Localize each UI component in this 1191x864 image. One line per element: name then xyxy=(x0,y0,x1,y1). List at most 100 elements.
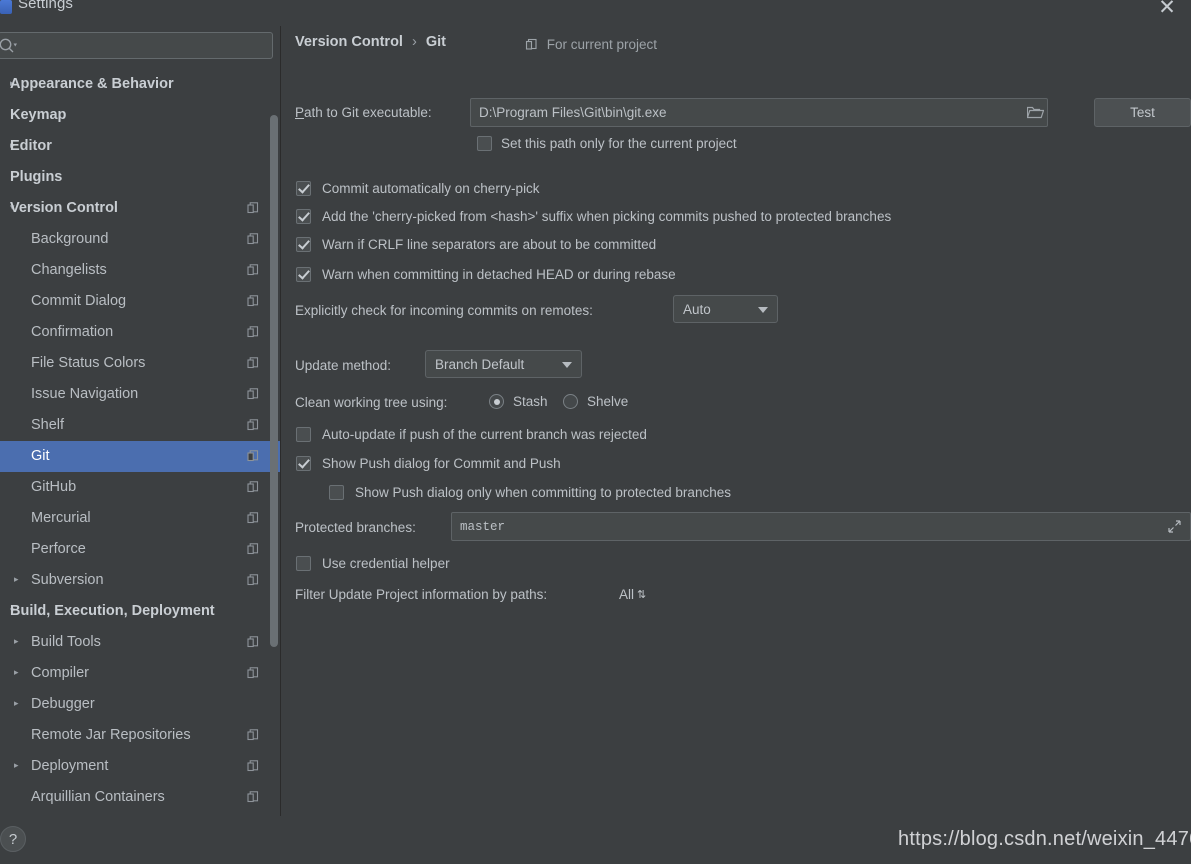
git-option-label-0: Commit automatically on cherry-pick xyxy=(322,181,540,196)
radio-stash-label: Stash xyxy=(513,394,548,409)
project-scope-icon xyxy=(247,543,259,555)
project-scope-icon xyxy=(247,481,259,493)
sidebar-item-git[interactable]: Git xyxy=(0,441,280,472)
sidebar-item-mercurial[interactable]: Mercurial xyxy=(0,503,280,534)
sidebar-item-label: Changelists xyxy=(31,262,107,278)
sidebar-item-label: Plugins xyxy=(10,169,63,185)
sidebar-scrollbar[interactable] xyxy=(270,69,279,816)
sidebar-item-issue-navigation[interactable]: Issue Navigation xyxy=(0,379,280,410)
sidebar-item-label: Mercurial xyxy=(31,510,91,526)
set-path-only-label: Set this path only for the current proje… xyxy=(501,136,737,151)
sidebar-item-confirmation[interactable]: Confirmation xyxy=(0,317,280,348)
git-option-checkbox-1[interactable] xyxy=(296,209,311,224)
sidebar-item-changelists[interactable]: Changelists xyxy=(0,255,280,286)
help-button[interactable]: ? xyxy=(0,826,26,852)
project-scope-icon xyxy=(247,264,259,276)
test-button[interactable]: Test xyxy=(1094,98,1191,127)
show-push-protected-checkbox[interactable] xyxy=(329,485,344,500)
chevron-right-icon[interactable]: ▸ xyxy=(14,751,26,782)
project-scope-icon xyxy=(247,326,259,338)
project-scope-icon xyxy=(247,295,259,307)
sidebar-item-arquillian-containers[interactable]: Arquillian Containers xyxy=(0,782,280,813)
sidebar-item-shelf[interactable]: Shelf xyxy=(0,410,280,441)
sidebar-item-file-status-colors[interactable]: File Status Colors xyxy=(0,348,280,379)
sidebar-item-editor[interactable]: ▸ Editor xyxy=(0,131,280,162)
incoming-commits-value: Auto xyxy=(683,302,711,317)
settings-sidebar: ▸ Appearance & Behavior Keymap ▸ Editor Plugi… xyxy=(0,26,281,816)
for-current-project-text: For current project xyxy=(546,37,658,52)
show-push-dialog-label: Show Push dialog for Commit and Push xyxy=(322,456,561,471)
project-scope-icon xyxy=(525,38,537,50)
sidebar-item-label: Issue Navigation xyxy=(31,386,139,402)
radio-shelve[interactable] xyxy=(563,394,578,409)
project-scope-icon xyxy=(247,636,259,648)
sidebar-item-perforce[interactable]: Perforce xyxy=(0,534,280,565)
sidebar-item-label: Perforce xyxy=(31,541,86,557)
project-scope-icon xyxy=(247,729,259,741)
sidebar-item-debugger[interactable]: ▸ Debugger xyxy=(0,689,280,720)
chevron-right-icon[interactable]: ▸ xyxy=(14,627,26,658)
sidebar-item-commit-dialog[interactable]: Commit Dialog xyxy=(0,286,280,317)
close-icon[interactable]: ✕ xyxy=(1152,0,1182,22)
project-scope-icon xyxy=(247,202,259,214)
settings-search[interactable] xyxy=(0,32,273,59)
sidebar-item-compiler[interactable]: ▸ Compiler xyxy=(0,658,280,689)
chevron-down-icon xyxy=(562,362,572,368)
title-bar: Settings ✕ xyxy=(0,0,1191,26)
dialog-footer: ? OK Cancel Apply xyxy=(0,816,1191,864)
chevron-right-icon[interactable]: ▸ xyxy=(14,689,26,720)
breadcrumb-root[interactable]: Version Control xyxy=(295,34,403,50)
sidebar-item-label: Appearance & Behavior xyxy=(10,76,174,92)
show-push-dialog-checkbox[interactable] xyxy=(296,456,311,471)
sidebar-scrollbar-thumb[interactable] xyxy=(270,115,278,647)
sidebar-item-remote-jar-repositories[interactable]: Remote Jar Repositories xyxy=(0,720,280,751)
auto-update-checkbox[interactable] xyxy=(296,427,311,442)
git-option-checkbox-3[interactable] xyxy=(296,267,311,282)
expand-icon[interactable] xyxy=(1168,520,1181,533)
sidebar-item-github[interactable]: GitHub xyxy=(0,472,280,503)
project-scope-icon xyxy=(247,357,259,369)
git-option-checkbox-2[interactable] xyxy=(296,237,311,252)
sidebar-item-deployment[interactable]: ▸ Deployment xyxy=(0,751,280,782)
sidebar-item-appearance-behavior[interactable]: ▸ Appearance & Behavior xyxy=(0,69,280,100)
show-push-protected-label: Show Push dialog only when committing to… xyxy=(355,485,731,500)
sidebar-item-label: Confirmation xyxy=(31,324,114,340)
use-credential-helper-checkbox[interactable] xyxy=(296,556,311,571)
git-settings-panel: Version Control › Git For current projec… xyxy=(282,26,1191,816)
sidebar-item-keymap[interactable]: Keymap xyxy=(0,100,280,131)
sidebar-item-label: Build, Execution, Deployment xyxy=(10,603,215,619)
chevron-down-icon xyxy=(758,307,768,313)
search-input[interactable] xyxy=(21,33,269,58)
git-option-checkbox-0[interactable] xyxy=(296,181,311,196)
breadcrumb-leaf: Git xyxy=(425,34,447,50)
sidebar-item-label: Commit Dialog xyxy=(31,293,127,309)
sidebar-item-plugins[interactable]: Plugins xyxy=(0,162,280,193)
sidebar-item-version-control[interactable]: ▾ Version Control xyxy=(0,193,280,224)
sidebar-item-label: Editor xyxy=(10,138,52,154)
update-method-combo[interactable]: Branch Default xyxy=(425,350,582,378)
filter-update-project-stepper[interactable]: All ⇅ xyxy=(619,587,646,602)
sidebar-item-subversion[interactable]: ▸ Subversion xyxy=(0,565,280,596)
browse-folder-icon[interactable] xyxy=(1027,105,1044,119)
incoming-commits-combo[interactable]: Auto xyxy=(673,295,778,323)
radio-stash[interactable] xyxy=(489,394,504,409)
project-scope-icon xyxy=(247,512,259,524)
chevron-right-icon[interactable]: ▸ xyxy=(14,565,26,596)
path-to-git-input[interactable] xyxy=(470,98,1048,127)
path-to-git-label: Path to Git executable: xyxy=(295,105,432,120)
sidebar-item-label: Debugger xyxy=(31,696,95,712)
set-path-only-checkbox[interactable] xyxy=(477,136,492,151)
sidebar-item-build-execution-deployment[interactable]: ▾ Build, Execution, Deployment xyxy=(0,596,280,627)
clean-working-tree-label: Clean working tree using: xyxy=(295,395,448,410)
sidebar-item-background[interactable]: Background xyxy=(0,224,280,255)
sidebar-item-label: Shelf xyxy=(31,417,65,433)
sidebar-item-build-tools[interactable]: ▸ Build Tools xyxy=(0,627,280,658)
chevron-right-icon[interactable]: ▸ xyxy=(14,658,26,689)
sidebar-item-label: Arquillian Containers xyxy=(31,789,165,805)
filter-update-project-label: Filter Update Project information by pat… xyxy=(295,587,548,602)
sidebar-item-label: Compiler xyxy=(31,665,90,681)
settings-tree: ▸ Appearance & Behavior Keymap ▸ Editor Plugi… xyxy=(0,69,280,816)
sidebar-item-label: Background xyxy=(31,231,109,247)
incoming-commits-label: Explicitly check for incoming commits on… xyxy=(295,303,593,318)
protected-branches-input[interactable] xyxy=(451,512,1191,541)
